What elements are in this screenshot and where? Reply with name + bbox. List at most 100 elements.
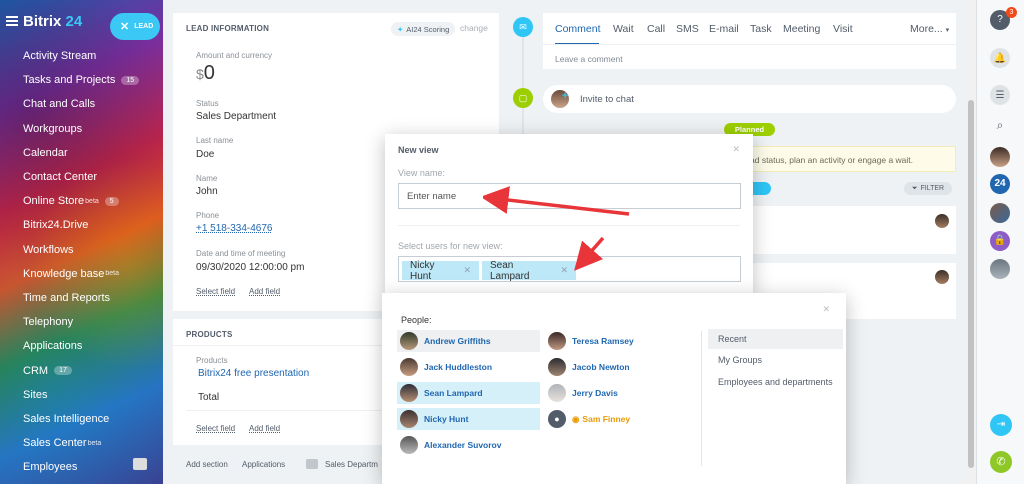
tab-more[interactable]: More... ▾ [910, 23, 949, 35]
person-name: Jacob Newton [572, 362, 630, 372]
amount-value[interactable]: $0 [196, 62, 215, 85]
user-chip-nicky-hunt[interactable]: Nicky Hunt ✕ [402, 260, 479, 282]
select-field-link[interactable]: Select field [196, 424, 235, 433]
last-name-label: Last name [196, 136, 234, 145]
avatar [548, 384, 566, 402]
tab-employees-departments[interactable]: Employees and departments [718, 377, 833, 387]
comment-input[interactable]: Leave a comment [555, 54, 623, 64]
status-value[interactable]: Sales Department [196, 111, 276, 122]
sidebar-item-online-store[interactable]: Online Store beta 5 [0, 189, 163, 213]
bell-icon[interactable]: 🔔 [990, 48, 1010, 68]
applications-link[interactable]: Applications [242, 460, 285, 469]
last-name-value[interactable]: Doe [196, 149, 214, 160]
close-icon[interactable]: ✕ [732, 144, 740, 155]
change-link[interactable]: change [460, 23, 488, 33]
add-field-link[interactable]: Add field [249, 287, 280, 296]
sidebar-item-sales-center[interactable]: Sales Center beta [0, 431, 163, 455]
section-title: LEAD INFORMATION [186, 24, 270, 33]
group-avatar[interactable] [990, 203, 1010, 223]
chat-icon[interactable]: ☰ [990, 85, 1010, 105]
ai-scoring-badge[interactable]: ✦ AI24 Scoring [391, 22, 456, 36]
printer-icon[interactable] [133, 458, 147, 470]
lock-icon[interactable]: 🔒 [990, 231, 1010, 251]
sidebar-item-calendar[interactable]: Calendar [0, 141, 163, 165]
person-teresa-ramsey[interactable]: Teresa Ramsey [545, 330, 688, 352]
sidebar-item-workflows[interactable]: Workflows [0, 238, 163, 262]
sidebar-item-contact-center[interactable]: Contact Center [0, 165, 163, 189]
person-jerry-davis[interactable]: Jerry Davis [545, 382, 688, 404]
close-icon[interactable]: ✕ [822, 304, 830, 315]
sidebar-item-label: Employees [23, 461, 78, 474]
tab-meeting[interactable]: Meeting [783, 23, 820, 35]
sidebar-item-time-and-reports[interactable]: Time and Reports [0, 286, 163, 310]
logo[interactable]: Bitrix 24 [23, 13, 82, 30]
product-link[interactable]: Bitrix24 free presentation [198, 368, 309, 379]
sidebar-item-activity-stream[interactable]: Activity Stream [0, 44, 163, 68]
sidebar-item-label: Knowledge base [23, 267, 105, 280]
counter-badge: 5 [104, 196, 119, 206]
currency-symbol: $ [196, 66, 204, 82]
person-sam-finney[interactable]: ● ◉ Sam Finney [545, 408, 688, 430]
tab-visit[interactable]: Visit [833, 23, 853, 35]
select-field-link[interactable]: Select field [196, 287, 235, 296]
add-icon: + [562, 90, 569, 102]
sidebar-item-sales-intelligence[interactable]: Sales Intelligence [0, 407, 163, 431]
person-jack-huddleston[interactable]: Jack Huddleston [397, 356, 540, 378]
add-section-link[interactable]: Add section [186, 460, 228, 469]
person-sean-lampard[interactable]: Sean Lampard [397, 382, 540, 404]
name-value[interactable]: John [196, 186, 218, 197]
avatar[interactable] [990, 147, 1010, 167]
work-area: LEAD INFORMATION ✦ AI24 Scoring change Am… [163, 0, 976, 484]
remove-icon[interactable]: ✕ [560, 265, 568, 276]
person-nicky-hunt[interactable]: Nicky Hunt [397, 408, 540, 430]
dialog-title: New view [398, 145, 439, 155]
tab-comment[interactable]: Comment [555, 23, 601, 35]
invite-to-chat-bar[interactable]: + Invite to chat [543, 85, 956, 113]
extranet-icon: ◉ [572, 413, 580, 424]
person-alexander-suvorov[interactable]: Alexander Suvorov [397, 434, 540, 456]
phone-icon[interactable]: ✆ [990, 451, 1012, 473]
users-selector[interactable]: Nicky Hunt ✕ Sean Lampard ✕ [398, 256, 741, 282]
add-field-link[interactable]: Add field [249, 424, 280, 433]
person-andrew-griffiths[interactable]: Andrew Griffiths [397, 330, 540, 352]
sidebar-item-workgroups[interactable]: Workgroups [0, 117, 163, 141]
b24-icon[interactable]: 24 [990, 174, 1010, 194]
sidebar-item-chat-and-calls[interactable]: Chat and Calls [0, 92, 163, 116]
lead-close-button[interactable]: ✕ LEAD [110, 13, 160, 40]
sidebar-item-crm[interactable]: CRM 17 [0, 358, 163, 382]
tab-sms[interactable]: SMS [676, 23, 699, 35]
person-jacob-newton[interactable]: Jacob Newton [545, 356, 688, 378]
user-chip-sean-lampard[interactable]: Sean Lampard ✕ [482, 260, 576, 282]
sidebar-item-sites[interactable]: Sites [0, 383, 163, 407]
tab-wait[interactable]: Wait [613, 23, 634, 35]
comment-icon: ✉ [513, 17, 533, 37]
default-avatar-icon: ● [548, 410, 566, 428]
sidebar-nav: Activity Stream Tasks and Projects 15 Chat … [0, 44, 163, 479]
products-title: PRODUCTS [186, 330, 233, 339]
tab-recent[interactable]: Recent [718, 334, 747, 344]
sidebar-item-telephony[interactable]: Telephony [0, 310, 163, 334]
tab-call[interactable]: Call [647, 23, 665, 35]
search-icon[interactable]: ⌕ [990, 115, 1010, 135]
sidebar-item-label: Telephony [23, 316, 74, 329]
tab-my-groups[interactable]: My Groups [718, 355, 762, 365]
sidebar-item-bitrix24-drive[interactable]: Bitrix24.Drive [0, 213, 163, 237]
tab-task[interactable]: Task [750, 23, 772, 35]
tab-email[interactable]: E-mail [709, 23, 739, 35]
remove-icon[interactable]: ✕ [463, 265, 471, 276]
view-name-label: View name: [398, 168, 445, 178]
sidebar-item-label: Bitrix24.Drive [23, 219, 89, 232]
view-name-input[interactable]: Enter name [398, 183, 741, 209]
date-value[interactable]: 09/30/2020 12:00:00 pm [196, 262, 304, 273]
menu-icon[interactable] [6, 16, 18, 26]
sidebar-item-applications[interactable]: Applications [0, 334, 163, 358]
phone-link[interactable]: +1 518-334-4676 [196, 223, 272, 234]
sidebar-item-tasks-and-projects[interactable]: Tasks and Projects 15 [0, 68, 163, 92]
door-icon[interactable]: ⇥ [990, 414, 1012, 436]
sales-department-link[interactable]: Sales Departm [325, 460, 378, 469]
group-avatar[interactable] [990, 259, 1010, 279]
sidebar-item-knowledge-base[interactable]: Knowledge base beta [0, 262, 163, 286]
filter-button[interactable]: ⏷ FILTER [904, 182, 952, 195]
scrollbar[interactable] [966, 0, 976, 484]
scrollbar-thumb[interactable] [968, 100, 974, 468]
